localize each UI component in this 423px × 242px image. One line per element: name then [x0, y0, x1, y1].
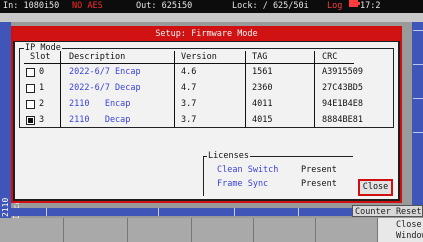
crc: A3915509 [322, 67, 363, 77]
description: 2022-6/7 Encap [69, 67, 141, 77]
slot-number: 3 [39, 115, 45, 125]
background-strip [0, 13, 423, 22]
softkey[interactable] [64, 218, 128, 242]
license-status: Present [301, 165, 337, 175]
counter-reset-button[interactable]: Counter Reset [352, 205, 423, 217]
slot-checkbox-checked[interactable] [26, 116, 35, 125]
header-description: Description [69, 52, 126, 62]
description: 2110 Encap [69, 99, 131, 109]
license-status: Present [301, 179, 337, 189]
ip-mode-group: IP Mode Slot Description Version TAG CRC… [19, 43, 395, 130]
header-tag: TAG [252, 52, 268, 62]
dialog-title: Setup: Firmware Mode [13, 28, 400, 41]
softkey[interactable] [192, 218, 254, 242]
clock: 17:2 [360, 1, 381, 11]
table-row[interactable]: 1 2022-6/7 Decap 4.7 2360 27C43BD5 [20, 82, 395, 98]
right-cell [413, 98, 423, 120]
crc: 8884BE81 [322, 115, 363, 125]
version: 4.6 [181, 67, 197, 77]
header-slot: Slot [30, 52, 51, 62]
tag: 1561 [252, 67, 273, 77]
crc: 94E1B4E8 [322, 99, 363, 109]
close-window-softkey[interactable]: Close Window [378, 218, 423, 242]
table-row[interactable]: 2 2110 Encap 3.7 4011 94E1B4E8 [20, 98, 395, 114]
slot-number: 2 [39, 99, 45, 109]
header-divider [24, 63, 354, 64]
table-row[interactable]: 0 2022-6/7 Encap 4.6 1561 A3915509 [20, 66, 395, 82]
version: 3.7 [181, 99, 197, 109]
table-row[interactable]: 3 2110 Decap 3.7 4015 8884BE81 [20, 114, 395, 130]
softkey[interactable] [128, 218, 192, 242]
right-cell [413, 132, 423, 154]
header-version: Version [181, 52, 217, 62]
softkey[interactable] [254, 218, 316, 242]
softkey[interactable] [0, 218, 64, 242]
description: 2110 Decap [69, 115, 131, 125]
aes-alarm: NO AES [72, 1, 103, 11]
slot-checkbox[interactable] [26, 84, 35, 93]
softkey[interactable] [316, 218, 378, 242]
crc: 27C43BD5 [322, 83, 363, 93]
lock-status: Lock: / 625/50i [232, 1, 309, 11]
version: 3.7 [181, 115, 197, 125]
tag: 4015 [252, 115, 273, 125]
slot-number: 0 [39, 67, 45, 77]
firmware-mode-dialog: Setup: Firmware Mode IP Mode Slot Descri… [11, 26, 402, 203]
version: 4.7 [181, 83, 197, 93]
description: 2022-6/7 Decap [69, 83, 141, 93]
output-format: Out: 625i50 [136, 1, 193, 11]
status-bar: In: 1080i50 NO AES Out: 625i50 Lock: / 6… [0, 0, 423, 13]
input-format: In: 1080i50 [3, 1, 60, 11]
slot-checkbox[interactable] [26, 68, 35, 77]
tag: 4011 [252, 99, 273, 109]
tag: 2360 [252, 83, 273, 93]
slot-number: 1 [39, 83, 45, 93]
dialog-body: IP Mode Slot Description Version TAG CRC… [15, 42, 398, 199]
licenses-group: Licenses Clean Switch Present Frame Sync… [203, 151, 353, 196]
license-name: Clean Switch [217, 165, 279, 175]
battery-icon [349, 0, 360, 7]
close-button[interactable]: Close [358, 179, 393, 196]
slot-checkbox[interactable] [26, 100, 35, 109]
license-name: Frame Sync [217, 179, 269, 189]
right-cell [413, 30, 423, 52]
close-window-label: Close [396, 220, 422, 230]
log-label[interactable]: Log [327, 0, 342, 13]
window-label: Window [396, 231, 423, 241]
right-cell [413, 64, 423, 86]
header-crc: CRC [322, 52, 338, 62]
licenses-legend: Licenses [207, 151, 250, 162]
